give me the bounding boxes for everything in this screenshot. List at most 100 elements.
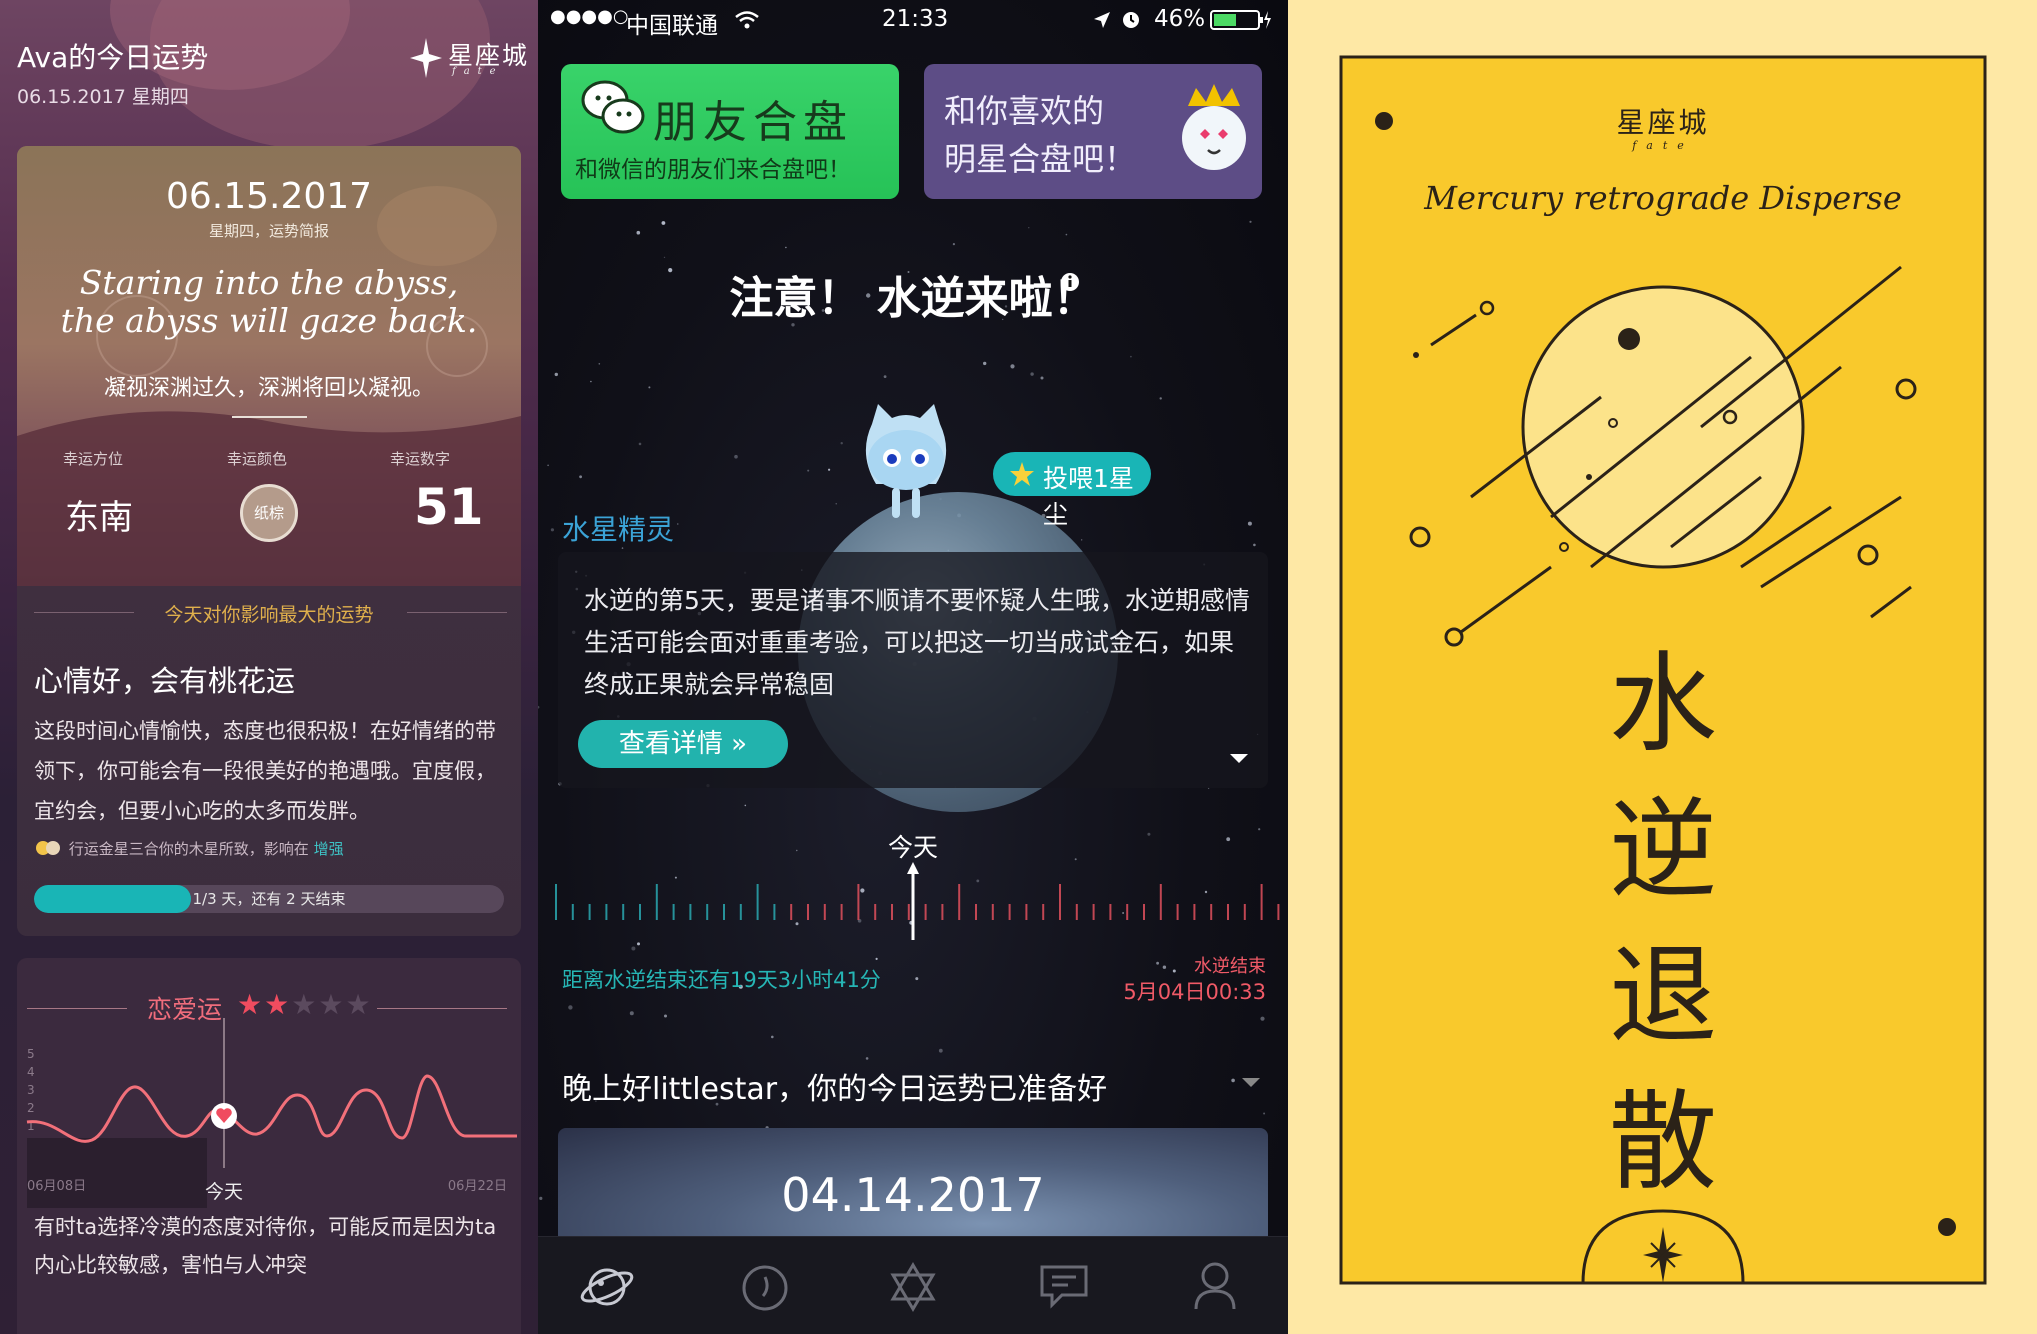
y-tick-label: 3	[27, 1083, 35, 1097]
star-icon: ★	[318, 988, 346, 1021]
divider	[232, 416, 307, 418]
tab-bar	[538, 1236, 1288, 1334]
battery-percent: 46%	[1154, 6, 1206, 32]
retrograde-timeline[interactable]	[538, 860, 1288, 940]
star-dot	[734, 454, 738, 459]
greeting-chevron-icon[interactable]	[1240, 1076, 1262, 1090]
sprite-name: 水星精灵	[562, 513, 675, 546]
star-dot	[883, 375, 887, 378]
star-dot	[865, 1057, 869, 1060]
timeline-today-label: 今天	[887, 833, 938, 862]
star-dot	[661, 221, 666, 225]
duration-progress: 1/3 天，还有 2 天结束	[34, 885, 504, 913]
mercury-alert-title: 注意！ 水逆来啦！	[729, 273, 1097, 324]
star-dot	[664, 1014, 667, 1018]
star-dot	[952, 243, 955, 246]
profile-icon[interactable]	[1192, 1259, 1238, 1313]
star-dot	[1231, 1078, 1235, 1083]
transit-note-highlight: 增强	[313, 840, 344, 858]
mercury-info-card: 水逆的第5天，要是诸事不顺请不要怀疑人生哦，水逆期感情生活可能会面对重重考验，可…	[558, 552, 1268, 788]
greeting-text: 晚上好littlestar，你的今日运势已准备好	[562, 1072, 1108, 1107]
location-arrow-icon	[1094, 12, 1110, 28]
star-dot	[983, 361, 987, 366]
page-title: Ava的今日运势	[17, 41, 209, 74]
lucky-direction-label: 幸运方位	[63, 450, 124, 468]
card-date: 06.15.2017	[165, 176, 373, 217]
celebrity-match-banner[interactable]: 和你喜欢的 明星合盘吧！	[924, 64, 1262, 199]
star-dot	[875, 957, 878, 961]
love-line-left	[27, 1008, 127, 1009]
star-dot	[638, 442, 642, 446]
lucky-number-label: 幸运数字	[390, 450, 451, 468]
star-icon: ★	[237, 988, 265, 1021]
star-dot	[1028, 227, 1030, 229]
star-dot	[539, 1196, 543, 1200]
header-cloud-backdrop	[110, 0, 490, 150]
info-icon[interactable]	[1060, 272, 1080, 292]
star-dot	[771, 1035, 774, 1039]
quote-english: Staring into the abyss, the abyss will g…	[60, 263, 478, 340]
star-dot	[938, 1048, 943, 1053]
star-dot	[538, 705, 540, 709]
y-tick-label: 4	[27, 1065, 35, 1079]
star-dot	[840, 442, 843, 445]
signal-dots: ●●●●○	[550, 6, 629, 27]
chevron-down-icon[interactable]	[1228, 752, 1250, 766]
love-trend-chart[interactable]: 5432106月08日 今天 06月22日	[17, 1018, 521, 1218]
chart-past-shade	[27, 1138, 207, 1208]
x-axis-label: 06月08日	[27, 1179, 86, 1194]
lucky-color-label: 幸运颜色	[227, 450, 288, 468]
poster-char-1: 水	[1608, 642, 1717, 767]
friends-match-banner[interactable]: 朋友合盘 和微信的朋友们来合盘吧！	[561, 64, 899, 199]
star-dot	[1159, 397, 1162, 400]
battery-icon	[1210, 10, 1271, 30]
app-logo-sub: fate	[452, 66, 504, 77]
timeline-today-pointer	[907, 862, 919, 874]
mercury-info-text: 水逆的第5天，要是诸事不顺请不要怀疑人生哦，水逆期感情生活可能会面对重重考验，可…	[584, 586, 1250, 699]
hexagram-icon[interactable]	[887, 1261, 939, 1313]
poster-char-4: 散	[1608, 1080, 1717, 1205]
lucky-direction: 东南	[65, 498, 133, 538]
compass-icon[interactable]	[740, 1263, 790, 1313]
star-icon: ★	[264, 988, 292, 1021]
view-details-button[interactable]: 查看详情 »	[578, 720, 788, 768]
star-dot	[1249, 220, 1252, 223]
love-story: 有时ta选择冷漠的态度对待你，可能反而是因为ta内心比较敏感，害怕与人冲突	[34, 1215, 497, 1277]
star-dot	[663, 256, 666, 259]
friends-match-title: 朋友合盘	[653, 97, 853, 148]
poster-logo: 星座城	[1616, 106, 1710, 139]
card-subtitle: 星期四，运势简报	[208, 222, 329, 240]
retrograde-end-time: 5月04日00:33	[1123, 980, 1266, 1004]
planet-icon[interactable]	[578, 1261, 636, 1313]
star-dot	[677, 523, 679, 525]
mood-body: 这段时间心情愉快，态度也很积极！在好情绪的带领下，你可能会有一段很美好的艳遇哦。…	[34, 719, 496, 823]
star-dot	[1081, 539, 1083, 541]
poster-char-2: 逆	[1608, 788, 1717, 913]
star-dot	[1030, 372, 1034, 376]
x-axis-label: 今天	[205, 1181, 243, 1203]
star-dot	[785, 246, 787, 249]
fortune-card: 06.15.2017 星期四，运势简报 Staring into the aby…	[17, 146, 521, 936]
poster-card: 星座城 fate Mercury retrograde Disperse 水 逆…	[1339, 55, 1987, 1285]
y-tick-label: 5	[27, 1047, 35, 1061]
poster-bottom-arch	[1581, 1209, 1745, 1283]
daily-fortune-card[interactable]: 04.14.2017	[558, 1128, 1268, 1248]
header-date: 06.15.2017 星期四	[17, 86, 189, 108]
message-icon[interactable]	[1038, 1261, 1090, 1311]
star-dot	[579, 475, 582, 479]
mercury-sprite-mascot[interactable]	[858, 404, 954, 534]
star-icon	[1010, 462, 1034, 486]
sparkle-logo-icon	[410, 38, 442, 78]
star-dot	[1130, 355, 1132, 358]
mercury-poster-panel: 星座城 fate Mercury retrograde Disperse 水 逆…	[1288, 0, 2037, 1334]
retrograde-end-label: 水逆结束	[1194, 956, 1266, 977]
transit-note: 行运金星三合你的木星所致，影响在 增强	[34, 838, 344, 859]
duration-progress-text: 1/3 天，还有 2 天结束	[192, 890, 346, 908]
mood-title: 心情好，会有桃花运	[34, 664, 296, 698]
star-dot	[835, 503, 837, 505]
feed-stardust-button[interactable]: 投喂1星尘	[993, 452, 1151, 529]
star-dot	[598, 363, 601, 365]
status-bar: ●●●●○ 中国联通 21:33 46%	[538, 0, 1288, 42]
star-dot	[1263, 1112, 1266, 1115]
star-icon: ★	[291, 988, 319, 1021]
